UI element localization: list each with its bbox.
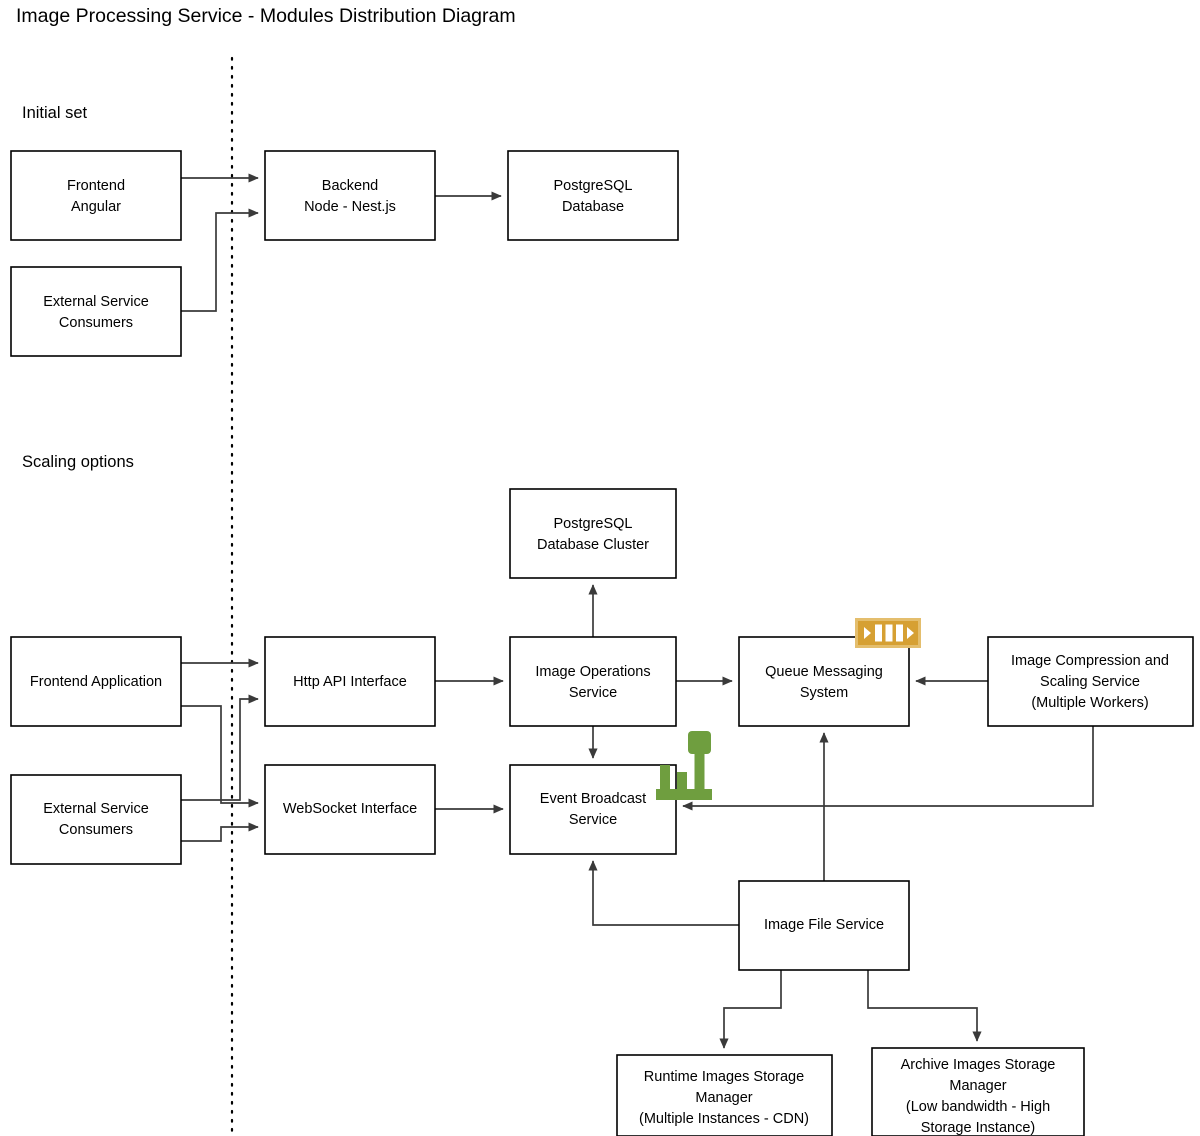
node-runtime-images-storage-line-0: Runtime Images Storage (644, 1069, 804, 1085)
node-archive-images-storage-line-3: Storage Instance) (921, 1120, 1035, 1136)
node-postgresql-cluster-line-0: PostgreSQL (554, 516, 633, 532)
node-frontend-angular-line-0: Frontend (67, 178, 125, 194)
node-image-operations-service-rect[interactable] (509, 636, 677, 727)
node-image-compression-service-line-0: Image Compression and (1011, 653, 1169, 669)
node-event-broadcast-service-line-1: Service (569, 812, 617, 828)
node-external-consumers-bottom-line-0: External Service (43, 801, 149, 817)
node-archive-images-storage-line-1: Manager (949, 1078, 1006, 1094)
edge-layer (181, 173, 1094, 1049)
node-backend-node[interactable]: Backend Node - Nest.js (264, 150, 436, 241)
node-frontend-angular-line-1: Angular (71, 199, 121, 215)
node-image-operations-service[interactable]: Image Operations Service (509, 636, 677, 727)
node-external-consumers-top-line-0: External Service (43, 294, 149, 310)
edge-image-file-to-archive-storage (867, 970, 982, 1042)
node-postgresql-cluster-line-1: Database Cluster (537, 537, 649, 553)
node-external-consumers-top-line-1: Consumers (59, 315, 133, 331)
node-backend-node-line-1: Node - Nest.js (304, 199, 396, 215)
node-external-consumers-bottom-line-1: Consumers (59, 822, 133, 838)
section-label-initial-set: Initial set (22, 104, 88, 122)
node-image-compression-service[interactable]: Image Compression and Scaling Service (M… (987, 636, 1194, 727)
node-runtime-images-storage[interactable]: Runtime Images Storage Manager (Multiple… (616, 1054, 833, 1136)
node-websocket-interface-line-0: WebSocket Interface (283, 801, 417, 817)
node-event-broadcast-service-line-0: Event Broadcast (540, 791, 646, 807)
queue-messaging-icon (855, 618, 921, 648)
node-external-consumers-top[interactable]: External Service Consumers (10, 266, 182, 357)
section-label-scaling-options: Scaling options (22, 453, 134, 471)
node-image-file-service-line-0: Image File Service (764, 917, 884, 933)
edge-image-file-to-event-broadcast (588, 860, 739, 926)
node-image-compression-service-line-2: (Multiple Workers) (1031, 695, 1148, 711)
node-frontend-angular[interactable]: Frontend Angular (10, 150, 182, 241)
node-backend-node-rect[interactable] (264, 150, 436, 241)
node-postgresql-database-line-1: Database (562, 199, 624, 215)
node-postgresql-database-line-0: PostgreSQL (554, 178, 633, 194)
node-frontend-angular-rect[interactable] (10, 150, 182, 241)
node-http-api-interface-line-0: Http API Interface (293, 674, 407, 690)
node-postgresql-database-rect[interactable] (507, 150, 679, 241)
node-image-compression-service-line-1: Scaling Service (1040, 674, 1140, 690)
edge-image-file-to-runtime-storage (719, 970, 782, 1049)
diagram-canvas: Image Processing Service - Modules Distr… (10, 5, 1194, 1136)
node-runtime-images-storage-line-1: Manager (695, 1090, 752, 1106)
edge-external-bot-to-websocket (181, 822, 259, 842)
node-external-consumers-bottom-rect[interactable] (10, 774, 182, 865)
edge-external-bot-to-http-api (181, 694, 259, 801)
node-queue-messaging-system-line-0: Queue Messaging (765, 664, 883, 680)
node-postgresql-cluster[interactable]: PostgreSQL Database Cluster (509, 488, 677, 579)
node-backend-node-line-0: Backend (322, 178, 378, 194)
node-image-operations-service-line-0: Image Operations (535, 664, 650, 680)
node-http-api-interface[interactable]: Http API Interface (264, 636, 436, 727)
page-title: Image Processing Service - Modules Distr… (16, 5, 516, 27)
node-archive-images-storage[interactable]: Archive Images Storage Manager (Low band… (871, 1047, 1085, 1136)
node-archive-images-storage-line-2: (Low bandwidth - High (906, 1099, 1050, 1115)
node-websocket-interface[interactable]: WebSocket Interface (264, 764, 436, 855)
node-runtime-images-storage-line-2: (Multiple Instances - CDN) (639, 1111, 809, 1127)
node-external-consumers-top-rect[interactable] (10, 266, 182, 357)
node-queue-messaging-system-rect[interactable] (738, 636, 910, 727)
edge-external-top-to-backend (181, 208, 259, 312)
node-postgresql-cluster-rect[interactable] (509, 488, 677, 579)
edge-compression-to-event-broadcast (682, 726, 1094, 811)
node-queue-messaging-system[interactable]: Queue Messaging System (738, 636, 910, 727)
node-event-broadcast-service[interactable]: Event Broadcast Service (509, 764, 677, 855)
node-image-operations-service-line-1: Service (569, 685, 617, 701)
node-event-broadcast-service-rect[interactable] (509, 764, 677, 855)
node-frontend-application[interactable]: Frontend Application (10, 636, 182, 727)
node-archive-images-storage-line-0: Archive Images Storage (901, 1057, 1056, 1073)
modules-distribution-diagram: Image Processing Service - Modules Distr… (0, 0, 1200, 1136)
edge-frontend-app-to-websocket (181, 705, 259, 808)
node-external-consumers-bottom[interactable]: External Service Consumers (10, 774, 182, 865)
node-image-file-service[interactable]: Image File Service (738, 880, 910, 971)
node-frontend-application-line-0: Frontend Application (30, 674, 162, 690)
node-queue-messaging-system-line-1: System (800, 685, 848, 701)
node-postgresql-database[interactable]: PostgreSQL Database (507, 150, 679, 241)
bar-chart-green-icon (656, 731, 712, 800)
